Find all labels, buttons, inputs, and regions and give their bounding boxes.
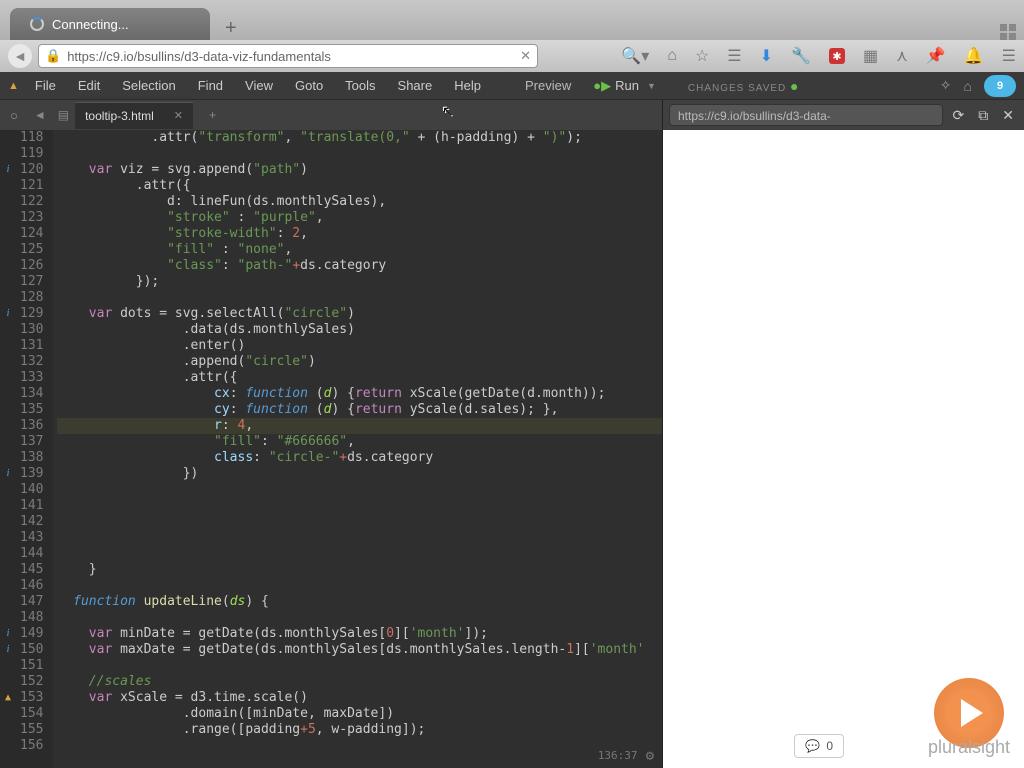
star-icon[interactable]: ☆ — [695, 46, 709, 66]
preview-button[interactable]: Preview — [515, 74, 581, 97]
tab-title: Connecting... — [52, 17, 129, 32]
gear-icon[interactable]: ⚙ — [646, 748, 654, 764]
menu-edit[interactable]: Edit — [68, 74, 110, 97]
pin-icon[interactable]: 📌 — [926, 46, 946, 66]
save-status: CHANGES SAVED ● — [688, 78, 800, 94]
chat-icon: 💬 — [805, 739, 820, 753]
new-tab-button[interactable]: + — [210, 17, 252, 40]
menu-tools[interactable]: Tools — [335, 74, 385, 97]
menu-goto[interactable]: Goto — [285, 74, 333, 97]
run-button[interactable]: ●▶ Run ▼ — [583, 74, 666, 98]
lock-icon: 🔒 — [45, 48, 61, 64]
cursor-status: 136:37 ⚙ — [598, 748, 654, 764]
pluralsight-watermark: pluralsight — [928, 737, 1010, 758]
file-tab-active[interactable]: tooltip-3.html ✕ — [75, 102, 193, 129]
menu-selection[interactable]: Selection — [112, 74, 185, 97]
browser-tabs: Connecting... + — [0, 0, 1024, 40]
share-graph-icon[interactable]: ✧ — [940, 77, 952, 94]
download-icon[interactable]: ⬇ — [760, 46, 773, 66]
address-bar: ◄ 🔒 https://c9.io/bsullins/d3-data-viz-f… — [0, 40, 1024, 72]
search-icon[interactable]: 🔍▾ — [621, 46, 649, 66]
preview-url-input[interactable]: https://c9.io/bsullins/d3-data- — [669, 104, 943, 126]
add-tab-button[interactable]: + — [203, 108, 222, 122]
home-ide-icon[interactable]: ⌂ — [964, 78, 972, 94]
file-tab-label: tooltip-3.html — [85, 109, 154, 123]
menu-help[interactable]: Help — [444, 74, 491, 97]
list-icon[interactable]: ☰ — [727, 46, 741, 66]
menu-share[interactable]: Share — [388, 74, 443, 97]
ide-container: ▲ File Edit Selection Find View Goto Too… — [0, 72, 1024, 768]
extension-red-icon[interactable]: ✱ — [829, 48, 845, 64]
wrench-icon[interactable]: 🔧 — [791, 46, 811, 66]
stop-icon[interactable]: ✕ — [520, 48, 531, 64]
tab-collapse[interactable]: ▤ — [52, 108, 75, 122]
browser-tab[interactable]: Connecting... — [10, 8, 210, 40]
rss-icon[interactable]: ⋏ — [896, 46, 908, 66]
warning-icon[interactable]: ▲ — [8, 80, 19, 92]
reload-icon[interactable]: ⟳ — [949, 107, 969, 124]
preview-pane: https://c9.io/bsullins/d3-data- ⟳ ⧉ ✕ — [662, 100, 1024, 768]
menu-find[interactable]: Find — [188, 74, 233, 97]
menu-view[interactable]: View — [235, 74, 283, 97]
editor-pane: ○ ◄ ▤ tooltip-3.html ✕ + iiiii▲ 11811912… — [0, 100, 662, 768]
preview-content[interactable] — [663, 130, 1024, 768]
tab-misc[interactable]: ○ — [0, 103, 28, 128]
menu-icon[interactable]: ☰ — [1002, 46, 1016, 66]
menu-file[interactable]: File — [25, 74, 66, 97]
play-icon: ●▶ — [593, 78, 611, 94]
extension-icon[interactable]: ▦ — [863, 46, 878, 66]
file-tabs: ○ ◄ ▤ tooltip-3.html ✕ + — [0, 100, 662, 130]
tab-nav-left[interactable]: ◄ — [28, 108, 52, 122]
loading-spinner-icon — [30, 17, 44, 31]
close-tab-icon[interactable]: ✕ — [174, 109, 183, 122]
close-preview-icon[interactable]: ✕ — [998, 107, 1018, 124]
bell-icon[interactable]: 🔔 — [964, 46, 984, 66]
chat-count: 0 — [826, 739, 833, 753]
popout-icon[interactable]: ⧉ — [974, 107, 992, 124]
home-icon[interactable]: ⌂ — [667, 47, 677, 65]
ide-menubar: ▲ File Edit Selection Find View Goto Too… — [0, 72, 1024, 100]
chat-bubble[interactable]: 💬 0 — [794, 734, 844, 758]
caret-down-icon: ▼ — [647, 81, 656, 91]
back-button[interactable]: ◄ — [8, 44, 32, 68]
cloud9-logo[interactable]: 9 — [984, 75, 1016, 97]
browser-toolbar: 🔍▾ ⌂ ☆ ☰ ⬇ 🔧 ✱ ▦ ⋏ 📌 🔔 ☰ — [621, 46, 1016, 66]
preview-header: https://c9.io/bsullins/d3-data- ⟳ ⧉ ✕ — [663, 100, 1024, 130]
code-editor[interactable]: iiiii▲ 118119120121122123124125126127128… — [0, 130, 662, 768]
url-input[interactable]: 🔒 https://c9.io/bsullins/d3-data-viz-fun… — [38, 44, 538, 68]
grid-icon[interactable] — [1000, 24, 1016, 40]
url-text: https://c9.io/bsullins/d3-data-viz-funda… — [67, 49, 331, 64]
